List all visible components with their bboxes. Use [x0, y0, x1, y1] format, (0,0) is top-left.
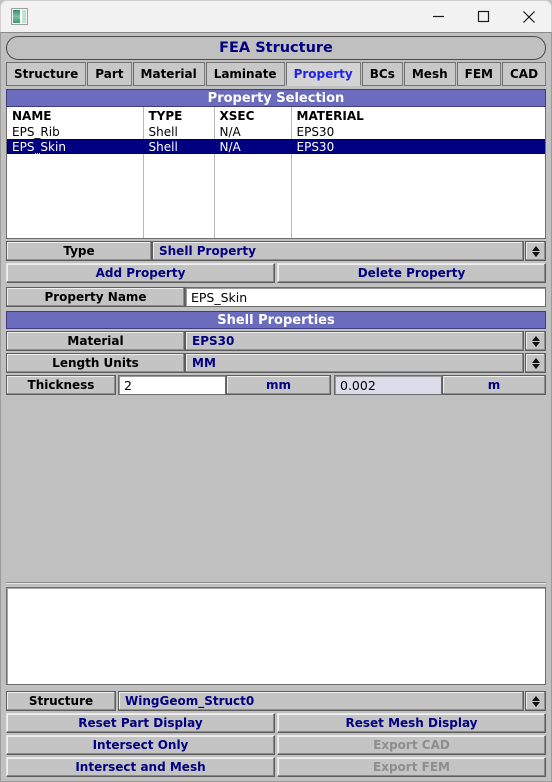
type-dropdown[interactable]: Shell Property [152, 241, 524, 261]
window-titlebar [0, 0, 552, 32]
reset-part-display-button[interactable]: Reset Part Display [6, 713, 275, 733]
column-header-xsec: XSEC [214, 107, 292, 124]
length-units-row: Length Units MM [6, 353, 546, 373]
length-units-dropdown[interactable]: MM [185, 353, 524, 373]
property-name-label: Property Name [6, 287, 185, 307]
tab-mesh[interactable]: Mesh [403, 62, 456, 86]
cell-type: Shell [143, 124, 215, 139]
cell-type: Shell [143, 139, 215, 154]
footer-buttons-row-3: Intersect and Mesh Export FEM [6, 757, 546, 777]
length-units-spinner[interactable] [525, 353, 546, 373]
tab-part[interactable]: Part [87, 62, 132, 86]
intersect-only-button[interactable]: Intersect Only [6, 735, 275, 755]
material-spinner[interactable] [525, 331, 546, 351]
intersect-and-mesh-button[interactable]: Intersect and Mesh [6, 757, 275, 777]
thickness-input[interactable]: 2 [118, 375, 226, 395]
tab-laminate[interactable]: Laminate [205, 62, 285, 86]
structure-label: Structure [6, 691, 116, 711]
shell-properties-header: Shell Properties [6, 311, 546, 329]
cell-xsec: N/A [214, 124, 292, 139]
page-title: FEA Structure [6, 36, 546, 60]
property-name-input[interactable]: EPS_Skin [185, 287, 546, 307]
cell-material: EPS30 [291, 139, 545, 154]
cell-xsec: N/A [214, 139, 292, 154]
app-body: FEA Structure Structure Part Material La… [0, 32, 552, 782]
column-header-type: TYPE [143, 107, 215, 124]
type-row: Type Shell Property [6, 241, 546, 261]
console-output[interactable] [6, 587, 546, 685]
property-name-row: Property Name EPS_Skin [6, 287, 546, 307]
reset-mesh-display-button[interactable]: Reset Mesh Display [277, 713, 546, 733]
cell-material: EPS30 [291, 124, 545, 139]
fea-structure-window: FEA Structure Structure Part Material La… [0, 0, 552, 782]
section-divider [6, 582, 546, 584]
thickness-converted-unit-label: m [442, 375, 546, 395]
table-empty-row [7, 154, 545, 238]
structure-row: Structure WingGeom_Struct0 [6, 691, 546, 711]
tab-cad[interactable]: CAD [501, 62, 547, 86]
material-row: Material EPS30 [6, 331, 546, 351]
property-selection-header: Property Selection [6, 89, 546, 107]
maximize-icon[interactable] [461, 1, 506, 32]
app-thumbnail-icon [11, 8, 28, 25]
footer-buttons-row-1: Reset Part Display Reset Mesh Display [6, 713, 546, 733]
column-header-material: MATERIAL [291, 107, 545, 124]
column-header-name: NAME [7, 107, 144, 124]
property-selection-table[interactable]: NAME TYPE XSEC MATERIAL EPS_Rib Shell N/… [6, 107, 546, 239]
delete-property-button[interactable]: Delete Property [277, 263, 546, 283]
type-label: Type [6, 241, 152, 261]
thickness-row: Thickness 2 mm 0.002 m [6, 375, 546, 395]
cell-empty [7, 154, 144, 238]
footer-gap [6, 685, 546, 689]
property-actions-row: Add Property Delete Property [6, 263, 546, 283]
thickness-label: Thickness [6, 375, 116, 395]
cell-empty [291, 154, 545, 238]
table-row[interactable]: EPS_Rib Shell N/A EPS30 [7, 124, 545, 139]
tab-structure[interactable]: Structure [6, 62, 87, 86]
tab-bcs[interactable]: BCs [361, 62, 403, 86]
footer-buttons-row-2: Intersect Only Export CAD [6, 735, 546, 755]
table-row[interactable]: EPS_Skin Shell N/A EPS30 [7, 139, 545, 154]
thickness-unit-label: mm [226, 375, 331, 395]
cell-name: EPS_Rib [7, 124, 144, 139]
material-label: Material [6, 331, 185, 351]
add-property-button[interactable]: Add Property [6, 263, 275, 283]
close-icon[interactable] [506, 1, 551, 32]
export-fem-button: Export FEM [277, 757, 546, 777]
material-dropdown[interactable]: EPS30 [185, 331, 524, 351]
tab-fem[interactable]: FEM [456, 62, 501, 86]
tab-property[interactable]: Property [285, 62, 361, 86]
export-cad-button: Export CAD [277, 735, 546, 755]
cell-name: EPS_Skin [7, 139, 144, 154]
structure-spinner[interactable] [525, 691, 546, 711]
cell-empty [143, 154, 215, 238]
tab-material[interactable]: Material [132, 62, 205, 86]
tab-bar: Structure Part Material Laminate Propert… [6, 62, 547, 86]
table-header-row: NAME TYPE XSEC MATERIAL [7, 107, 545, 124]
minimize-icon[interactable] [416, 1, 461, 32]
length-units-label: Length Units [6, 353, 185, 373]
cell-empty [214, 154, 292, 238]
thickness-converted-value: 0.002 [334, 375, 442, 395]
structure-dropdown[interactable]: WingGeom_Struct0 [118, 691, 524, 711]
type-spinner[interactable] [525, 241, 546, 261]
